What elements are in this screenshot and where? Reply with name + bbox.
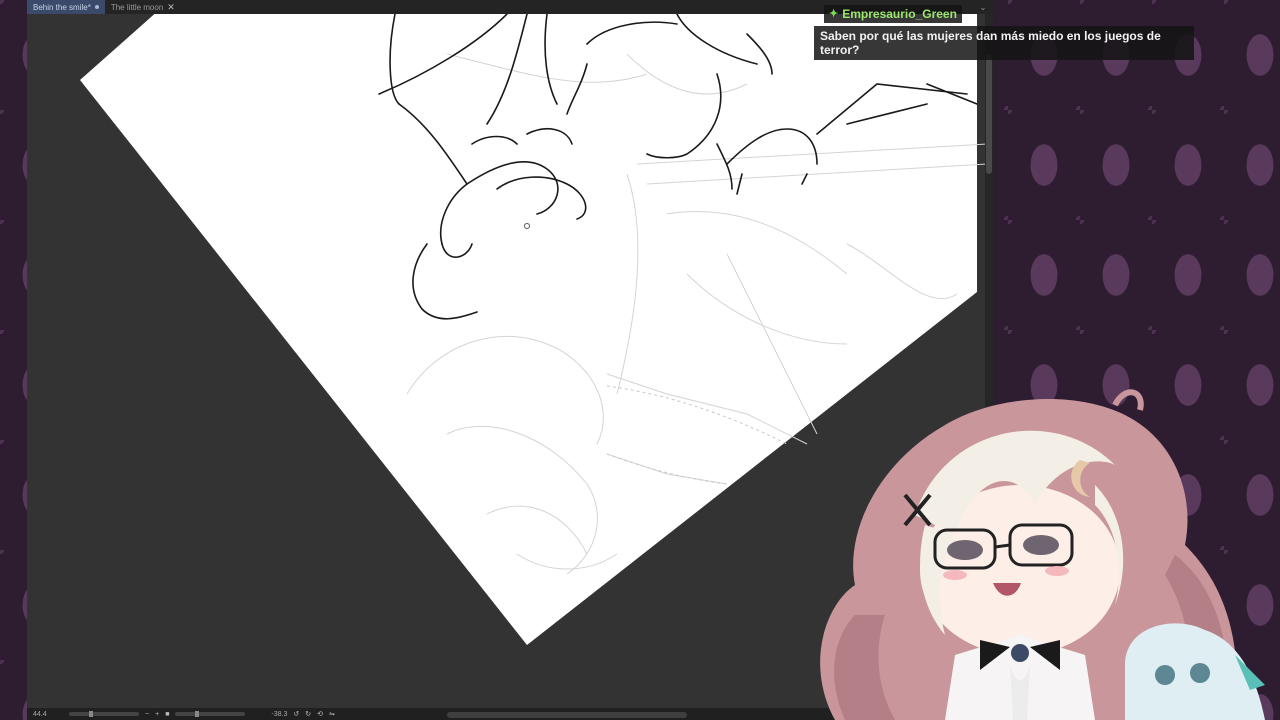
zoom-out-icon[interactable]: − [145,711,149,718]
rotate-right-icon[interactable]: ↻ [305,710,311,718]
chat-username-badge: ✦ Empresaurio_Green [824,4,962,23]
stream-chat-overlay: ✦ Empresaurio_Green Saben por qué las mu… [814,4,1194,60]
zoom-in-icon[interactable]: + [155,711,159,718]
rotation-slider[interactable] [175,711,246,717]
ghost-mascot [1125,623,1265,720]
chat-username: Empresaurio_Green [842,6,957,21]
horizontal-scrollbar[interactable] [447,712,687,718]
flip-icon[interactable]: ⇋ [329,710,335,718]
modified-dot-icon [94,5,99,9]
close-icon[interactable]: ✕ [167,2,175,13]
scrollbar-thumb[interactable] [986,54,992,174]
zoom-slider[interactable] [69,711,139,717]
zoom-level[interactable]: 44.4 [33,711,63,718]
tab-label: The little moon [110,2,164,12]
tab-the-little-moon[interactable]: The little moon ✕ [105,0,181,14]
rotation-angle[interactable]: -38.3 [271,711,287,718]
star-icon: ✦ [829,8,839,20]
tab-label: Behin the smile* [33,2,91,12]
reset-rotation-icon[interactable]: ⟲ [317,710,323,718]
vtuber-avatar [820,389,1265,720]
tab-behin-the-smile[interactable]: Behin the smile* [27,0,105,14]
rotate-left-icon[interactable]: ↺ [293,710,299,718]
chat-message: Saben por qué las mujeres dan más miedo … [814,25,1194,60]
fit-view-icon[interactable]: ■ [165,711,169,718]
